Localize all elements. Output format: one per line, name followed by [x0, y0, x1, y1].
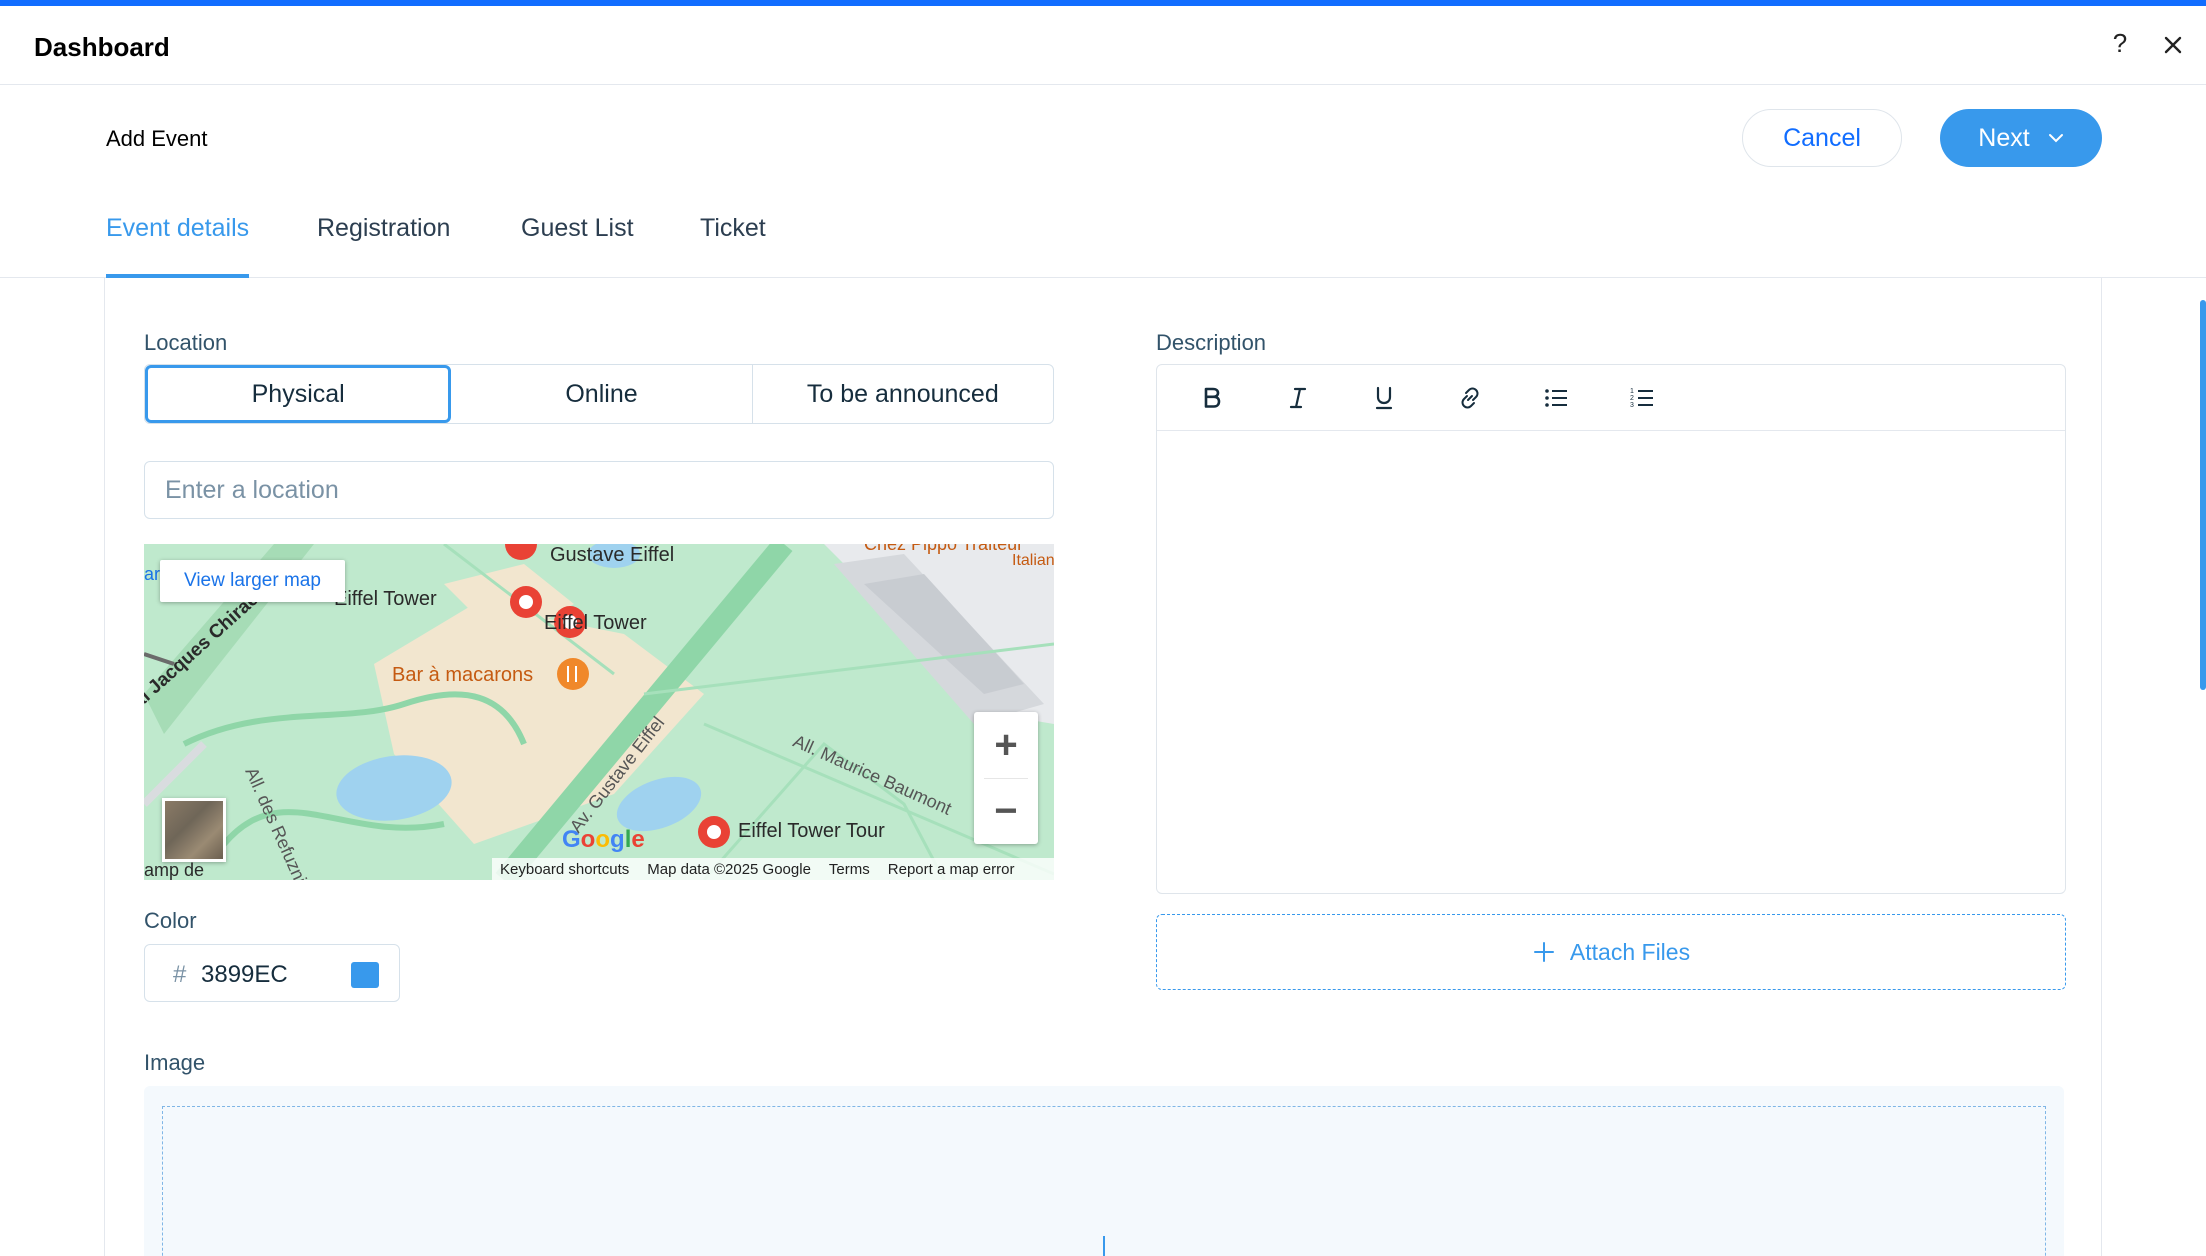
page-title: Add Event — [106, 126, 208, 151]
location-label: Location — [144, 330, 228, 355]
color-input[interactable]: # 3899EC — [144, 944, 400, 1002]
description-label: Description — [1156, 330, 1267, 355]
location-map[interactable]: Gustave Eiffel Eiffel Tower Eiffel Tower… — [144, 544, 1054, 880]
link-icon[interactable] — [1455, 383, 1485, 413]
description-editor: 123 — [1156, 364, 2066, 894]
map-label: Italian — [1012, 552, 1054, 569]
location-option-online[interactable]: Online — [451, 365, 753, 423]
chevron-down-icon — [2048, 134, 2063, 143]
underline-icon[interactable] — [1369, 383, 1399, 413]
satellite-toggle[interactable] — [162, 798, 226, 862]
map-data-text: Map data ©2025 Google — [647, 860, 811, 878]
hash-symbol: # — [173, 961, 187, 988]
bulleted-list-icon[interactable] — [1541, 383, 1571, 413]
image-dropzone[interactable] — [162, 1106, 2046, 1256]
window-title: Dashboard — [34, 32, 170, 62]
map-label: Eiffel Tower — [334, 588, 437, 610]
report-error-link[interactable]: Report a map error — [888, 861, 1015, 878]
poi-pin-icon — [510, 586, 542, 618]
tab-guest-list[interactable]: Guest List — [521, 214, 634, 278]
google-logo: Google — [562, 826, 645, 853]
description-text-area[interactable] — [1157, 431, 2065, 893]
window-titlebar: Dashboard ? — [0, 6, 2206, 85]
map-zoom-control: + − — [974, 712, 1038, 844]
keyboard-shortcuts-link[interactable]: Keyboard shortcuts — [500, 861, 629, 878]
color-swatch[interactable] — [351, 962, 379, 988]
cancel-button[interactable]: Cancel — [1742, 109, 1902, 167]
map-label: amp de — [144, 860, 205, 880]
poi-pin-icon — [557, 658, 589, 690]
tab-registration[interactable]: Registration — [317, 214, 450, 278]
map-label: Eiffel Tower Tour — [738, 820, 885, 842]
tab-event-details[interactable]: Event details — [106, 214, 250, 278]
italic-icon[interactable] — [1283, 383, 1313, 413]
color-label: Color — [144, 908, 197, 933]
poi-pin-icon — [698, 816, 730, 848]
close-icon[interactable] — [2158, 30, 2188, 60]
tab-ticket[interactable]: Ticket — [700, 214, 766, 278]
next-button-label: Next — [1978, 123, 2030, 152]
tab-bar: Event details Registration Guest List Ti… — [0, 200, 2206, 278]
map-label: Gustave Eiffel — [550, 544, 675, 566]
zoom-out-icon[interactable]: − — [974, 778, 1038, 844]
location-option-physical[interactable]: Physical — [145, 365, 452, 423]
svg-text:1: 1 — [1630, 388, 1634, 395]
map-label: ar — [144, 564, 161, 584]
editor-toolbar: 123 — [1157, 365, 2065, 431]
cancel-button-label: Cancel — [1783, 123, 1861, 152]
help-icon[interactable]: ? — [2108, 28, 2132, 59]
map-attribution: Keyboard shortcuts Map data ©2025 Google… — [492, 858, 1054, 880]
image-label: Image — [144, 1050, 206, 1075]
scrollbar[interactable] — [2200, 300, 2206, 690]
upload-indicator — [1103, 1236, 1105, 1256]
next-button[interactable]: Next — [1940, 109, 2102, 167]
numbered-list-icon[interactable]: 123 — [1627, 383, 1657, 413]
map-label: Eiffel Tower — [544, 612, 647, 634]
location-type-selector: Physical Online To be announced — [144, 364, 1054, 424]
view-larger-map-link[interactable]: View larger map — [160, 560, 345, 602]
map-label: Bar à macarons — [392, 664, 534, 686]
image-upload-area[interactable] — [144, 1086, 2064, 1256]
attach-files-button[interactable]: Attach Files — [1156, 914, 2066, 990]
svg-text:3: 3 — [1630, 402, 1634, 409]
svg-text:2: 2 — [1630, 395, 1634, 402]
attach-files-label: Attach Files — [1569, 938, 1691, 965]
location-input[interactable] — [144, 461, 1054, 519]
color-value: 3899EC — [201, 961, 288, 988]
location-option-tba[interactable]: To be announced — [753, 365, 1053, 423]
zoom-in-icon[interactable]: + — [974, 712, 1038, 778]
plus-icon — [1533, 942, 1554, 962]
terms-link[interactable]: Terms — [829, 861, 870, 878]
bold-icon[interactable] — [1197, 383, 1227, 413]
map-label: Chez Pippo Traiteur — [864, 544, 1024, 554]
